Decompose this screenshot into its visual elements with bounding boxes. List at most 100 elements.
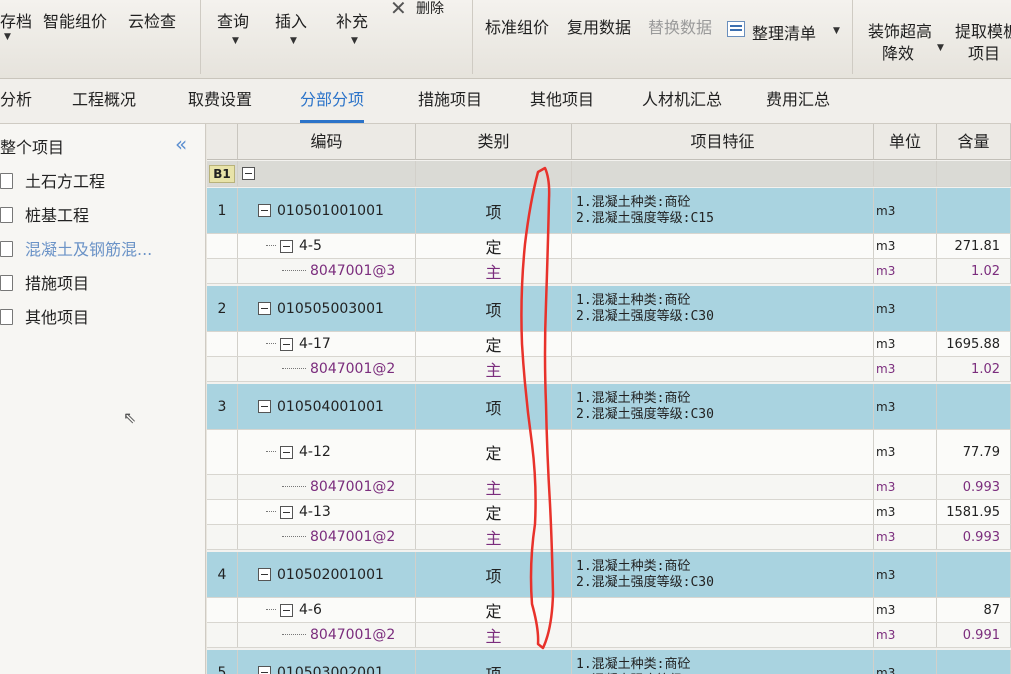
header-feature[interactable]: 项目特征 (572, 124, 874, 160)
row-qty[interactable]: 0.993 (963, 530, 1000, 545)
quota-row[interactable]: 4-6 定 m3 87 (207, 598, 1011, 623)
row-feature[interactable]: 1.混凝土种类:商砼 2.混凝土强度等级:C30 (572, 657, 714, 674)
quota-row[interactable]: 4-13 定 m3 1581.95 (207, 500, 1011, 525)
tab-division-items[interactable]: 分部分项 (300, 79, 365, 123)
row-category: 主 (485, 627, 502, 646)
tidy-list-button[interactable]: 整理清单 (752, 20, 816, 44)
collapse-node-icon[interactable] (242, 167, 255, 180)
row-feature[interactable]: 1.混凝土种类:商砼 2.混凝土强度等级:C30 (572, 559, 714, 591)
header-category[interactable]: 类别 (416, 124, 572, 160)
bill-item-row[interactable]: 2 010505003001 项 1.混凝土种类:商砼 2.混凝土强度等级:C30 m3 (207, 286, 1011, 332)
tab-fee-settings[interactable]: 取费设置 (188, 79, 252, 123)
tree-item-concrete[interactable]: 混凝土及钢筋混... (0, 236, 152, 260)
row-unit: m3 (876, 665, 896, 674)
row-category: 定 (485, 336, 502, 355)
main-material-row[interactable]: 8047001@2 主 m3 0.993 (207, 475, 1011, 500)
tab-analysis[interactable]: 分析 (0, 79, 32, 123)
supplement-button[interactable]: 补充 (336, 8, 368, 32)
close-icon[interactable]: ✕ (390, 0, 407, 20)
row-qty[interactable]: 0.991 (963, 628, 1000, 643)
tree-connector (266, 609, 276, 611)
row-qty[interactable]: 1.02 (971, 362, 1000, 377)
bill-item-row[interactable]: 5 010503002001 项 1.混凝土种类:商砼 2.混凝土强度等级:C30 m3 (207, 650, 1011, 674)
bill-item-row[interactable]: 4 010502001001 项 1.混凝土种类:商砼 2.混凝土强度等级:C30 m3 (207, 552, 1011, 598)
quota-row[interactable]: 4-5 定 m3 271.81 (207, 234, 1011, 259)
tab-measures[interactable]: 措施项目 (418, 79, 482, 123)
header-qty[interactable]: 含量 (937, 124, 1011, 160)
collapse-node-icon[interactable] (280, 603, 293, 617)
division-row[interactable]: B1 (207, 161, 1011, 187)
chevron-down-icon[interactable]: ▼ (833, 26, 840, 36)
chevron-down-icon[interactable]: ▼ (937, 43, 944, 53)
collapse-node-icon[interactable] (258, 666, 271, 674)
header-code[interactable]: 编码 (238, 124, 416, 160)
tree-item-measures[interactable]: 措施项目 (0, 270, 89, 294)
tree-connector (282, 368, 306, 370)
standard-pricing-button[interactable]: 标准组价 (485, 14, 549, 38)
collapse-node-icon[interactable] (258, 568, 271, 581)
collapse-node-icon[interactable] (280, 337, 293, 351)
row-unit: m3 (876, 445, 896, 459)
main-material-row[interactable]: 8047001@2 主 m3 0.991 (207, 623, 1011, 648)
delete-button[interactable]: 删除 (416, 0, 444, 18)
query-button[interactable]: 查询 (217, 8, 249, 32)
item-code: 010504001001 (277, 398, 384, 415)
row-qty[interactable]: 77.79 (963, 445, 1000, 460)
chevron-down-icon[interactable]: ▼ (351, 36, 358, 46)
row-qty[interactable]: 0.993 (963, 480, 1000, 495)
collapse-node-icon[interactable] (258, 400, 271, 413)
collapse-node-icon[interactable] (280, 505, 293, 519)
row-unit: m3 (876, 399, 896, 414)
collapse-node-icon[interactable] (258, 204, 271, 217)
quota-row[interactable]: 4-12 定 m3 77.79 (207, 430, 1011, 475)
collapse-node-icon[interactable] (280, 239, 293, 253)
row-feature[interactable]: 1.混凝土种类:商砼 2.混凝土强度等级:C15 (572, 195, 714, 227)
tree-item-earthwork[interactable]: 土石方工程 (0, 168, 105, 192)
row-feature[interactable]: 1.混凝土种类:商砼 2.混凝土强度等级:C30 (572, 391, 714, 423)
quota-row[interactable]: 4-17 定 m3 1695.88 (207, 332, 1011, 357)
bill-item-row[interactable]: 3 010504001001 项 1.混凝土种类:商砼 2.混凝土强度等级:C30 m3 (207, 384, 1011, 430)
tree-item-pile[interactable]: 桩基工程 (0, 202, 89, 226)
row-qty[interactable]: 1581.95 (946, 505, 1000, 520)
smart-pricing-button[interactable]: 智能组价 (43, 8, 107, 32)
save-button[interactable]: 存档 (0, 8, 32, 32)
tab-cost-summary[interactable]: 费用汇总 (766, 79, 830, 123)
collapse-node-icon[interactable] (258, 302, 271, 315)
row-qty[interactable]: 87 (983, 603, 1000, 618)
collapse-panel-icon[interactable]: « (175, 132, 187, 156)
insert-button[interactable]: 插入 (275, 8, 307, 32)
tree-connector (266, 511, 276, 513)
cloud-check-button[interactable]: 云检查 (128, 8, 176, 32)
tab-overview[interactable]: 工程概况 (72, 79, 136, 123)
tree-connector (282, 270, 306, 272)
reuse-data-button[interactable]: 复用数据 (567, 14, 631, 38)
chevron-down-icon[interactable]: ▼ (290, 36, 297, 46)
tab-labor-material-summary[interactable]: 人材机汇总 (642, 79, 722, 123)
document-icon (0, 207, 13, 223)
row-unit: m3 (876, 337, 896, 351)
decoration-height-label: 降效 (882, 44, 915, 63)
row-feature[interactable]: 1.混凝土种类:商砼 2.混凝土强度等级:C30 (572, 293, 714, 325)
collapse-node-icon[interactable] (280, 445, 293, 459)
extract-template-button[interactable]: 提取模板 (955, 18, 1011, 42)
row-unit: m3 (876, 567, 896, 582)
tree-root[interactable]: 整个项目 (0, 134, 64, 158)
decoration-height-button[interactable]: 装饰超高 (868, 18, 932, 42)
bill-item-row[interactable]: 1 010501001001 项 1.混凝土种类:商砼 2.混凝土强度等级:C15 m3 (207, 188, 1011, 234)
items-table: 编码 类别 项目特征 单位 含量 B1 1 010501001001 项 1.混凝土种… (207, 124, 1011, 674)
chevron-down-icon[interactable]: ▼ (4, 32, 11, 42)
row-seq: 4 (217, 566, 227, 583)
tree-item-other[interactable]: 其他项目 (0, 304, 89, 328)
chevron-down-icon[interactable]: ▼ (232, 36, 239, 46)
row-qty[interactable]: 1695.88 (946, 337, 1000, 352)
main-material-row[interactable]: 8047001@3 主 m3 1.02 (207, 259, 1011, 284)
material-code: 8047001@3 (310, 263, 396, 279)
tab-other-items[interactable]: 其他项目 (530, 79, 594, 123)
row-qty[interactable]: 271.81 (955, 239, 1001, 254)
header-unit[interactable]: 单位 (874, 124, 937, 160)
main-material-row[interactable]: 8047001@2 主 m3 1.02 (207, 357, 1011, 382)
main-material-row[interactable]: 8047001@2 主 m3 0.993 (207, 525, 1011, 550)
row-qty[interactable]: 1.02 (971, 264, 1000, 279)
tree-connector (282, 486, 306, 488)
replace-data-button[interactable]: 替换数据 (648, 14, 712, 38)
